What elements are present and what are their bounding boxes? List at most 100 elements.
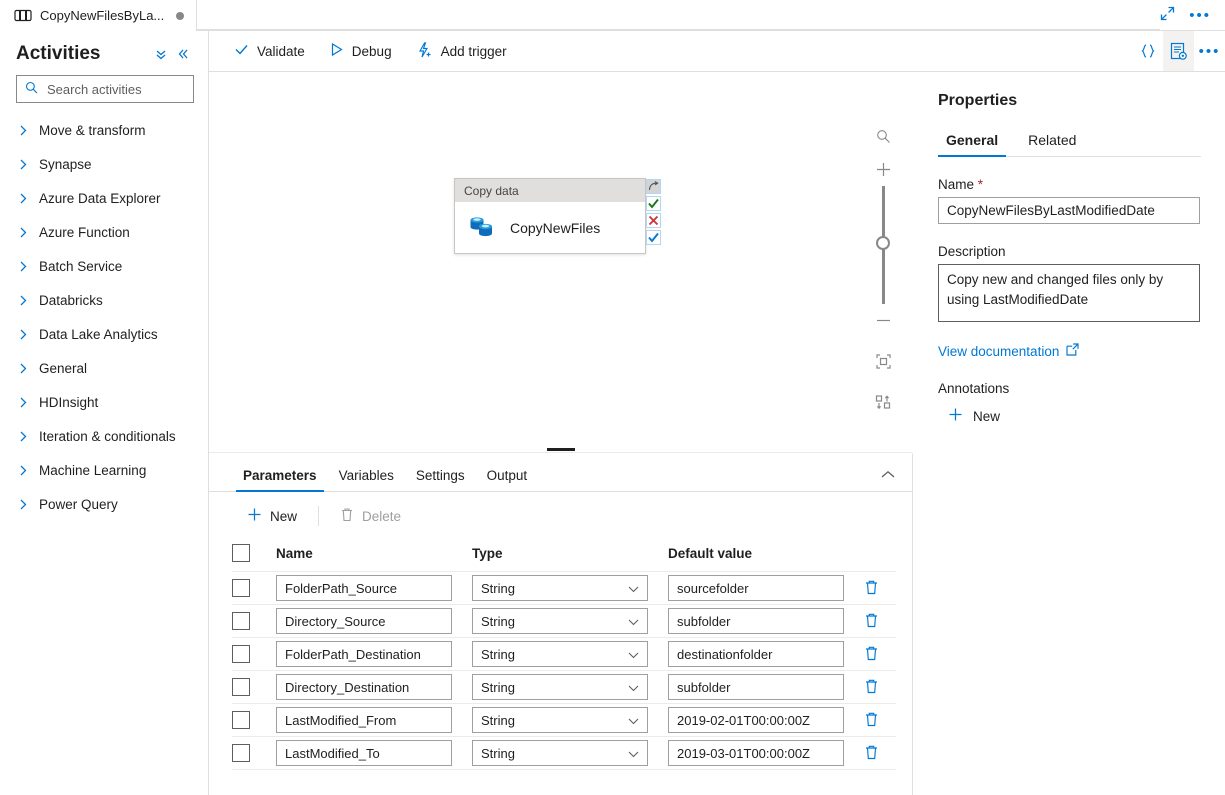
chevron-right-icon [19, 260, 28, 273]
zoom-in-icon[interactable] [865, 153, 901, 186]
validate-button[interactable]: Validate [222, 31, 317, 72]
debug-button[interactable]: Debug [317, 31, 404, 72]
trash-icon[interactable] [864, 678, 896, 697]
parameter-name-input[interactable] [276, 608, 452, 634]
auto-layout-icon[interactable] [865, 386, 901, 419]
table-row: String [232, 703, 896, 737]
skipped-port[interactable] [646, 179, 661, 194]
trash-icon[interactable] [864, 579, 896, 598]
parameter-type-select[interactable]: String [472, 707, 648, 733]
zoom-out-icon[interactable] [865, 304, 901, 337]
delete-parameter-button[interactable]: Delete [329, 500, 412, 532]
parameter-type-value: String [481, 613, 515, 629]
parameter-default-input[interactable] [668, 641, 844, 667]
activity-node-copy-data[interactable]: Copy data CopyNewFiles [454, 178, 646, 254]
row-checkbox[interactable] [232, 612, 250, 630]
select-all-checkbox[interactable] [232, 544, 250, 562]
panel-resize-handle[interactable] [209, 447, 913, 453]
more-ellipsis-icon[interactable]: ••• [1194, 31, 1225, 71]
sidebar-item-general[interactable]: General [0, 351, 208, 385]
name-field-label: Name * [938, 177, 1201, 192]
parameter-name-input[interactable] [276, 575, 452, 601]
row-checkbox[interactable] [232, 645, 250, 663]
new-annotation-button[interactable]: New [948, 407, 1201, 425]
view-documentation-link[interactable]: View documentation [938, 343, 1201, 359]
parameter-default-input[interactable] [668, 575, 844, 601]
tab-bar-spacer [197, 0, 1161, 30]
row-checkbox[interactable] [232, 744, 250, 762]
sidebar-item-batch-service[interactable]: Batch Service [0, 249, 208, 283]
double-chevron-left-icon[interactable] [172, 43, 194, 65]
trash-icon[interactable] [864, 711, 896, 730]
parameter-name-input[interactable] [276, 674, 452, 700]
zoom-to-fit-icon[interactable] [865, 345, 901, 378]
pipeline-description-textarea[interactable] [938, 264, 1200, 322]
parameter-type-value: String [481, 646, 515, 662]
search-input[interactable] [45, 80, 225, 98]
sidebar-item-move-transform[interactable]: Move & transform [0, 113, 208, 147]
row-checkbox[interactable] [232, 711, 250, 729]
sidebar-item-azure-data-explorer[interactable]: Azure Data Explorer [0, 181, 208, 215]
sidebar-item-power-query[interactable]: Power Query [0, 487, 208, 521]
new-parameter-button[interactable]: New [236, 500, 308, 532]
double-chevron-down-icon[interactable] [150, 43, 172, 65]
zoom-slider[interactable] [865, 186, 901, 304]
search-box[interactable] [16, 75, 225, 103]
grabber-bar [547, 448, 575, 451]
curly-braces-icon[interactable] [1132, 31, 1163, 71]
success-port[interactable] [646, 196, 661, 211]
table-row: String [232, 637, 896, 671]
parameter-type-select[interactable]: String [472, 608, 648, 634]
row-checkbox[interactable] [232, 579, 250, 597]
row-checkbox[interactable] [232, 678, 250, 696]
tab-general[interactable]: General [938, 132, 1007, 157]
table-row: String [232, 604, 896, 638]
app-root: CopyNewFilesByLa... ••• Activities Searc… [0, 0, 1225, 795]
parameter-name-input[interactable] [276, 707, 452, 733]
parameter-type-select[interactable]: String [472, 740, 648, 766]
tab-output-label: Output [486, 468, 528, 483]
parameter-default-input[interactable] [668, 608, 844, 634]
tab-variables[interactable]: Variables [328, 468, 405, 491]
required-asterisk: * [977, 177, 984, 192]
tab-related[interactable]: Related [1020, 132, 1084, 156]
parameter-type-select[interactable]: String [472, 674, 648, 700]
parameter-default-input[interactable] [668, 674, 844, 700]
sidebar-item-hdinsight[interactable]: HDInsight [0, 385, 208, 419]
sidebar-item-databricks[interactable]: Databricks [0, 283, 208, 317]
parameter-name-input[interactable] [276, 641, 452, 667]
tab-output[interactable]: Output [476, 468, 539, 491]
sidebar-item-azure-function[interactable]: Azure Function [0, 215, 208, 249]
tab-bar: CopyNewFilesByLa... ••• [0, 0, 1225, 31]
parameter-name-input[interactable] [276, 740, 452, 766]
parameter-type-select[interactable]: String [472, 641, 648, 667]
parameter-type-select[interactable]: String [472, 575, 648, 601]
pipeline-canvas[interactable]: Copy data CopyNewFiles [209, 72, 913, 453]
trash-icon[interactable] [864, 645, 896, 664]
pipeline-tab[interactable]: CopyNewFilesByLa... [0, 0, 198, 31]
pipeline-name-input[interactable] [938, 197, 1200, 224]
trash-icon[interactable] [864, 612, 896, 631]
sidebar-item-synapse[interactable]: Synapse [0, 147, 208, 181]
sidebar-item-machine-learning[interactable]: Machine Learning [0, 453, 208, 487]
zoom-slider-thumb[interactable] [876, 236, 890, 250]
chevron-right-icon [19, 498, 28, 511]
tab-settings[interactable]: Settings [405, 468, 476, 491]
sidebar-item-iteration-conditionals[interactable]: Iteration & conditionals [0, 419, 208, 453]
zoom-search-icon[interactable] [865, 120, 901, 153]
chevron-right-icon [19, 294, 28, 307]
chevron-up-icon[interactable] [876, 463, 900, 485]
expand-diagonal-icon[interactable] [1160, 6, 1175, 24]
properties-pane-icon[interactable] [1163, 31, 1194, 71]
trash-icon[interactable] [864, 744, 896, 763]
sidebar-item-label: Iteration & conditionals [39, 428, 176, 444]
row-type-cell: String [472, 571, 668, 605]
parameter-default-input[interactable] [668, 707, 844, 733]
tab-parameters[interactable]: Parameters [232, 468, 328, 492]
add-trigger-button[interactable]: Add trigger [404, 31, 519, 72]
completion-port[interactable] [646, 230, 661, 245]
more-ellipsis-icon[interactable]: ••• [1189, 8, 1211, 23]
sidebar-item-data-lake-analytics[interactable]: Data Lake Analytics [0, 317, 208, 351]
parameter-default-input[interactable] [668, 740, 844, 766]
failure-port[interactable] [646, 213, 661, 228]
